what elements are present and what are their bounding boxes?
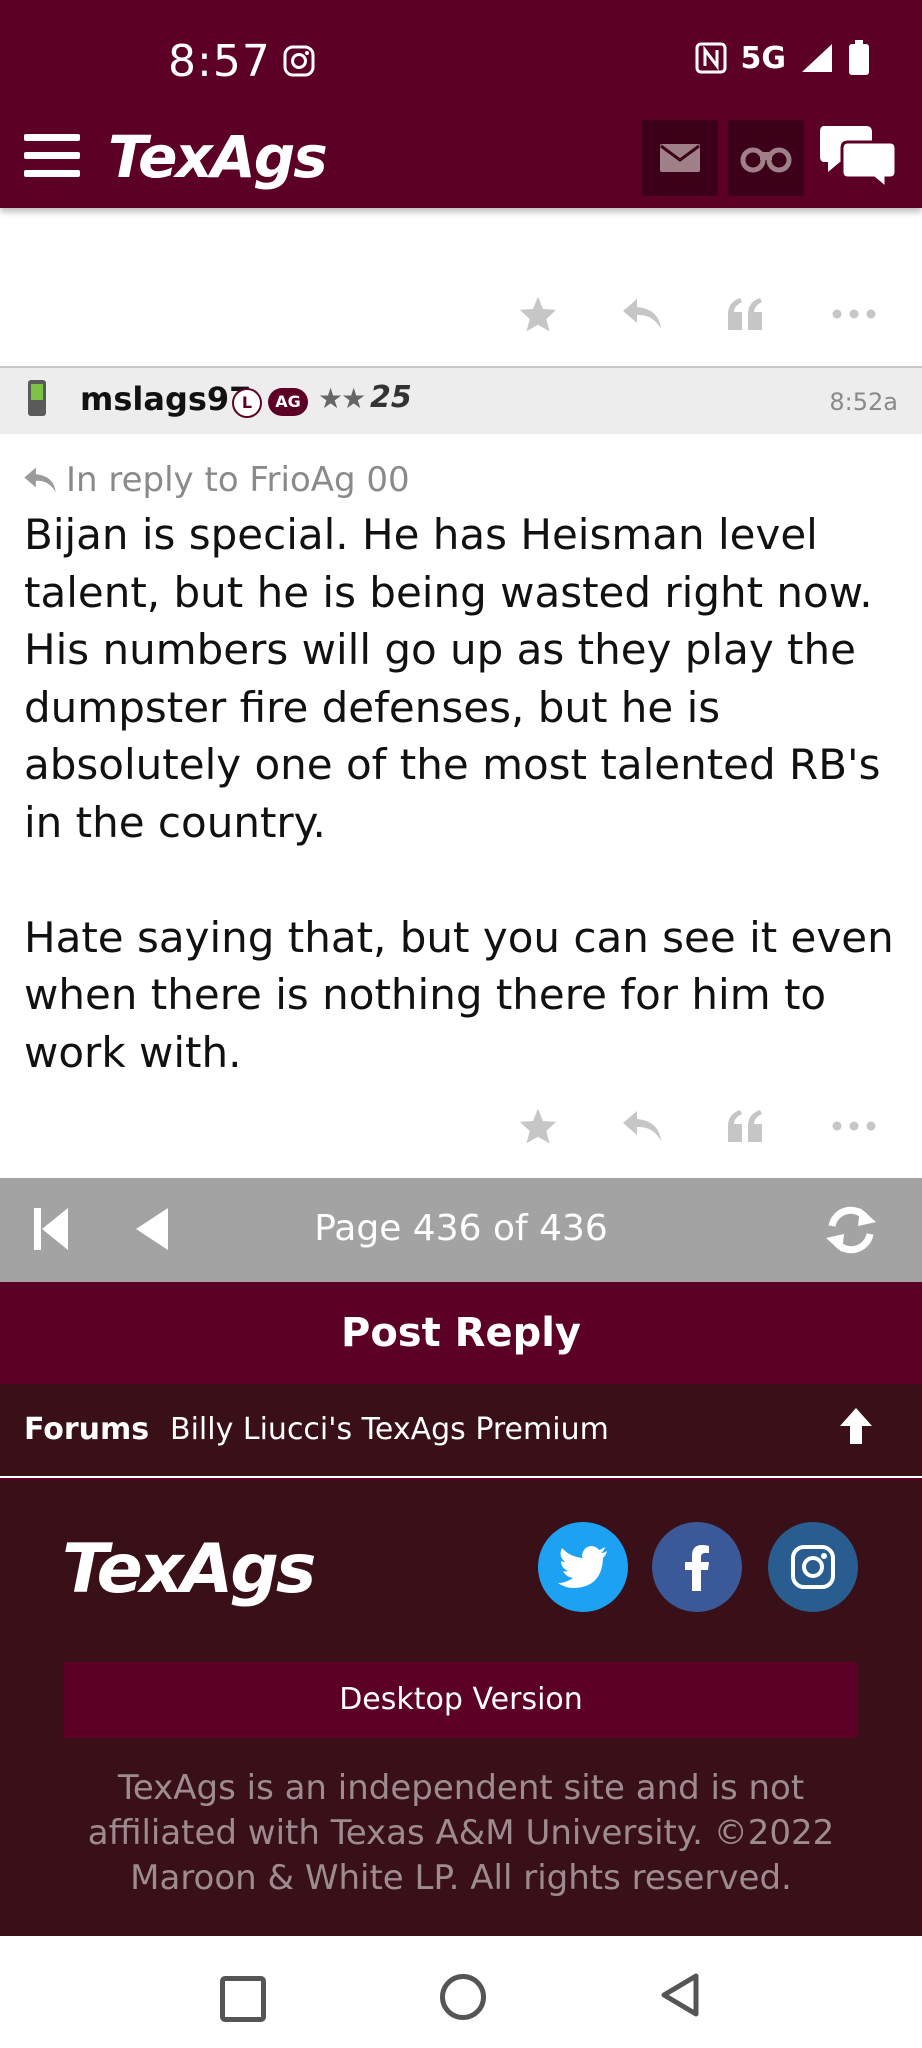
twitter-button[interactable] <box>538 1522 628 1612</box>
reply-icon <box>623 299 661 329</box>
signal-icon <box>802 44 832 72</box>
post-reply-button[interactable]: Post Reply <box>0 1282 922 1384</box>
post-header: mslags97 L AG ★★ 25 8:52a <box>0 368 922 434</box>
more-button[interactable] <box>824 1096 884 1156</box>
more-icon <box>832 1121 876 1131</box>
favorite-button[interactable] <box>508 1096 568 1156</box>
menu-icon[interactable] <box>24 134 80 178</box>
home-button[interactable] <box>440 1974 486 2020</box>
breadcrumb-forums[interactable]: Forums <box>24 1412 149 1447</box>
twitter-icon <box>558 1546 607 1588</box>
post-time: 8:52a <box>829 388 898 416</box>
site-logo[interactable]: TexAgs <box>108 123 328 191</box>
post-paragraph: Hate saying that, but you can see it eve… <box>24 912 894 1077</box>
previous-post-actions <box>500 284 900 344</box>
reply-icon <box>24 467 56 493</box>
mail-icon <box>660 144 700 172</box>
refresh-icon[interactable] <box>822 1204 880 1256</box>
star-icon <box>519 296 557 332</box>
breadcrumb-forum-name[interactable]: Billy Liucci's TexAgs Premium <box>170 1412 609 1447</box>
user-years-badge: 25 <box>370 380 412 415</box>
star-icon <box>519 1108 557 1144</box>
watched-threads-button[interactable] <box>728 120 804 196</box>
recents-button[interactable] <box>220 1976 266 2022</box>
instagram-icon <box>791 1545 835 1589</box>
post-actions <box>500 1096 900 1156</box>
status-indicators: 5G <box>695 40 871 76</box>
binoculars-icon <box>740 147 792 173</box>
reply-icon <box>623 1111 661 1141</box>
facebook-icon <box>685 1545 709 1591</box>
page-indicator: Page 436 of 436 <box>314 1208 608 1249</box>
footer-logo[interactable]: TexAgs <box>62 1530 316 1609</box>
post-username[interactable]: mslags97 <box>80 380 251 418</box>
in-reply-to-link[interactable]: In reply to FrioAg 00 <box>22 460 410 500</box>
footer: TexAgs Desktop Version TexAgs is an inde… <box>0 1478 922 1938</box>
footer-disclaimer: TexAgs is an independent site and is not… <box>87 1768 835 1898</box>
chat-icon[interactable] <box>818 122 898 192</box>
user-stars: ★★ <box>318 382 366 415</box>
arrow-up-icon[interactable] <box>838 1406 874 1446</box>
status-time: 8:57 <box>168 36 271 87</box>
android-navigation-bar <box>0 1936 922 2048</box>
badge-l: L <box>232 388 262 418</box>
facebook-button[interactable] <box>652 1522 742 1612</box>
post-paragraph: Bijan is special. He has Heisman level t… <box>24 510 881 847</box>
battery-icon <box>849 40 869 75</box>
breadcrumb: Forums Billy Liucci's TexAgs Premium <box>0 1384 922 1476</box>
quote-icon <box>728 298 762 330</box>
instagram-notification-icon <box>283 45 315 77</box>
desktop-version-button[interactable]: Desktop Version <box>64 1662 858 1738</box>
status-bar: 8:57 5G <box>0 0 922 118</box>
reply-button[interactable] <box>612 284 672 344</box>
quote-icon <box>728 1110 762 1142</box>
back-icon[interactable] <box>660 1972 702 2018</box>
top-navigation: TexAgs <box>0 118 922 208</box>
network-type: 5G <box>740 40 787 76</box>
more-icon <box>832 309 876 319</box>
messages-button[interactable] <box>642 120 718 196</box>
favorite-button[interactable] <box>508 284 568 344</box>
post-body: Bijan is special. He has Heisman level t… <box>24 506 904 1081</box>
quote-button[interactable] <box>716 284 776 344</box>
more-button[interactable] <box>824 284 884 344</box>
instagram-button[interactable] <box>768 1522 858 1612</box>
badge-ag: AG <box>268 388 308 416</box>
pagination-bar: Page 436 of 436 <box>0 1178 922 1282</box>
reply-button[interactable] <box>612 1096 672 1156</box>
in-reply-to-text: In reply to FrioAg 00 <box>66 460 410 500</box>
nfc-icon <box>695 42 726 74</box>
quote-button[interactable] <box>716 1096 776 1156</box>
device-icon <box>28 380 46 416</box>
